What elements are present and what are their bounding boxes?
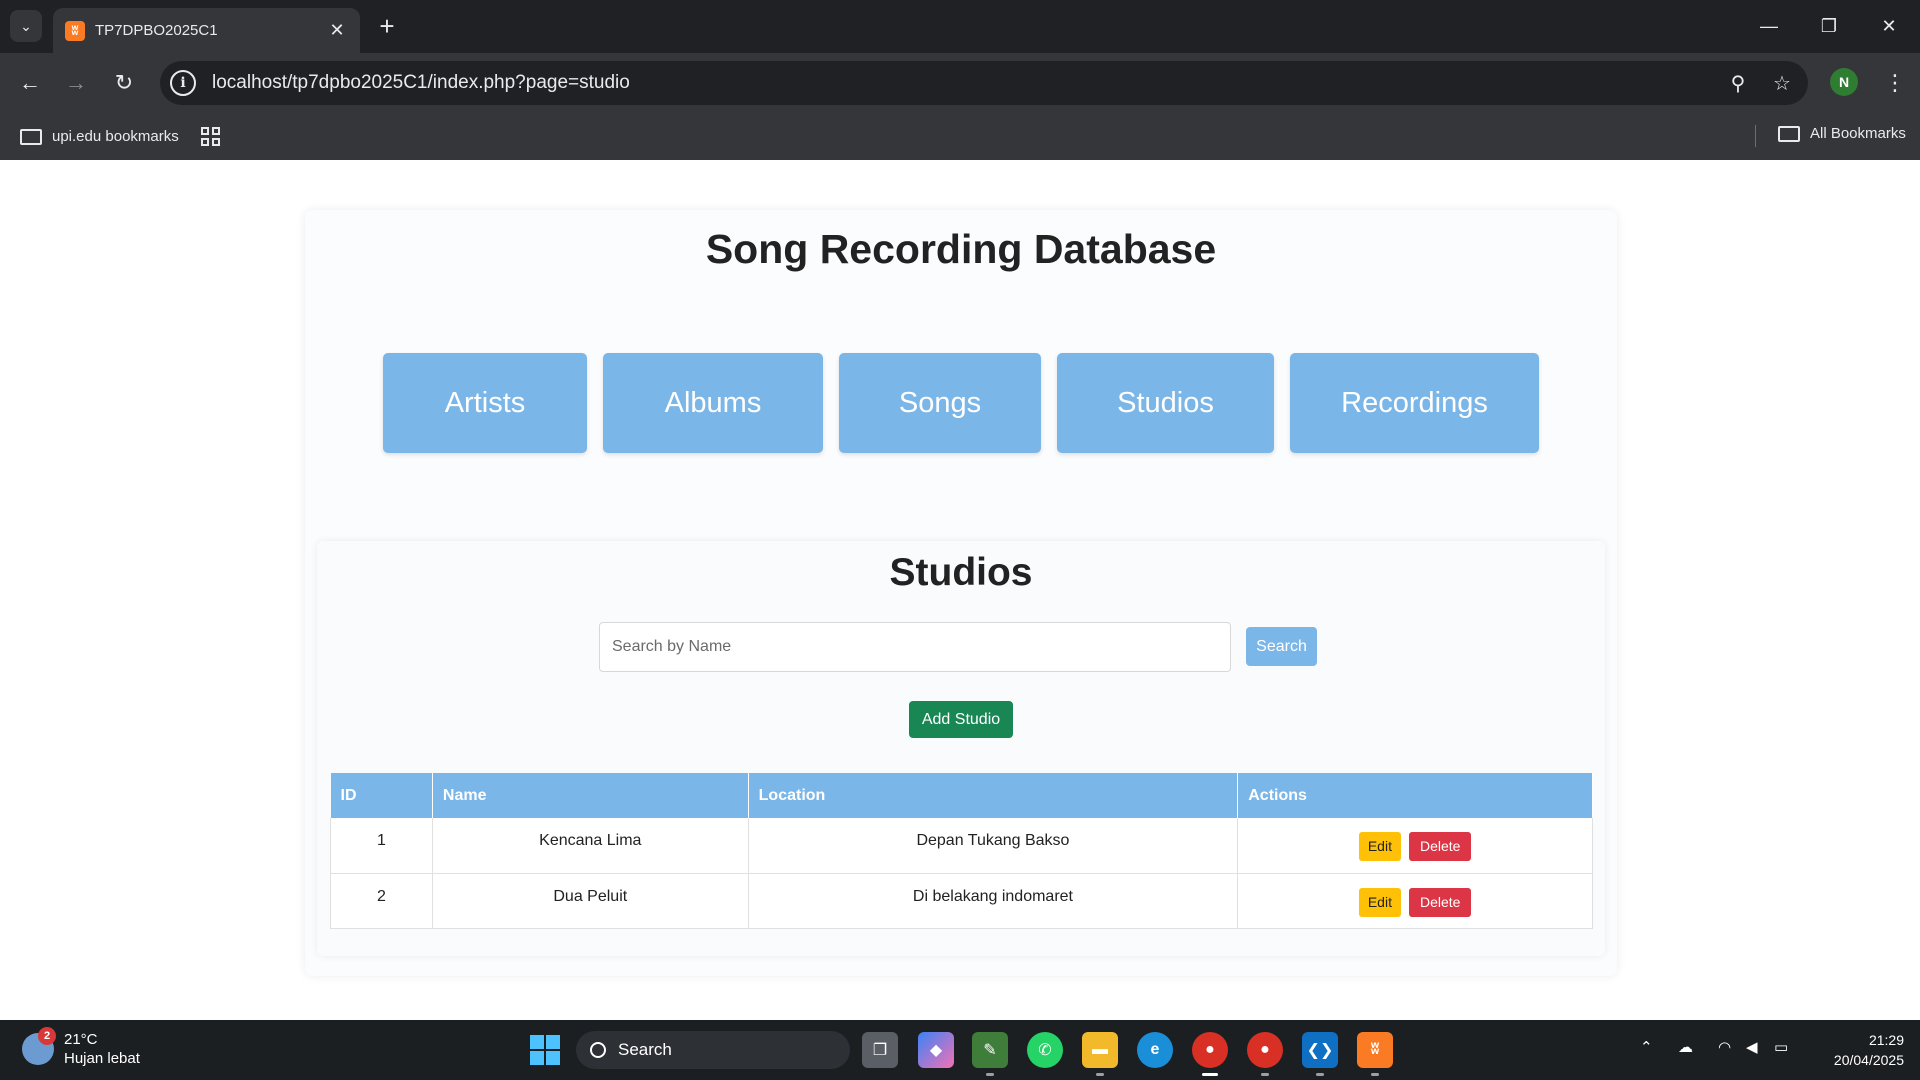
nav-studios-button[interactable]: Studios <box>1057 353 1274 453</box>
edge-browser-icon[interactable]: e <box>1137 1032 1173 1068</box>
cell-id: 1 <box>330 818 433 874</box>
chrome-active-icon[interactable]: ● <box>1192 1032 1228 1076</box>
clock-date: 20/04/2025 <box>1833 1052 1904 1068</box>
table-header-row: ID Name Location Actions <box>330 773 1593 818</box>
browser-toolbar: ← → ↻ i localhost/tp7dpbo2025C1/index.ph… <box>0 53 1920 113</box>
tray-overflow-icon[interactable]: ⌃ <box>1640 1038 1653 1056</box>
delete-button[interactable]: Delete <box>1408 887 1472 917</box>
main-nav: Artists Albums Songs Studios Recordings <box>305 353 1617 453</box>
taskbar-clock[interactable]: 21:29 20/04/2025 <box>1808 1030 1904 1070</box>
url-text[interactable]: localhost/tp7dpbo2025C1/index.php?page=s… <box>212 72 1720 94</box>
xampp-favicon-icon: ʬ <box>65 20 85 41</box>
zoom-icon[interactable]: ⚲ <box>1720 71 1756 96</box>
weather-temp: 21°C <box>64 1031 98 1048</box>
taskbar-search-label: Search <box>618 1040 672 1059</box>
table-row: 2 Dua Peluit Di belakang indomaret Edit D… <box>330 873 1593 929</box>
clock-time: 21:29 <box>1868 1032 1904 1048</box>
bookmark-star-icon[interactable]: ☆ <box>1764 71 1800 96</box>
all-bookmarks-label: All Bookmarks <box>1810 125 1906 142</box>
nav-recordings-button[interactable]: Recordings <box>1290 353 1539 453</box>
new-tab-button[interactable]: + <box>372 12 402 42</box>
search-icon <box>590 1042 606 1058</box>
weather-rain-icon: 2 <box>22 1027 56 1065</box>
volume-icon[interactable]: ◀ <box>1746 1038 1758 1056</box>
site-info-icon[interactable]: i <box>170 70 196 96</box>
search-input[interactable] <box>599 622 1231 672</box>
onedrive-icon[interactable]: ☁ <box>1678 1038 1693 1056</box>
battery-icon[interactable]: ▭ <box>1774 1038 1788 1056</box>
bookmark-folder-label: upi.edu bookmarks <box>52 128 179 145</box>
weather-text: 21°C Hujan lebat <box>64 1030 140 1068</box>
main-container: Song Recording Database Artists Albums S… <box>305 210 1617 976</box>
address-bar[interactable]: i localhost/tp7dpbo2025C1/index.php?page… <box>160 61 1808 105</box>
vscode-icon[interactable]: ❮❯ <box>1302 1032 1338 1076</box>
cell-id: 2 <box>330 873 433 929</box>
close-window-button[interactable]: ✕ <box>1866 10 1912 42</box>
windows-taskbar: 2 21°C Hujan lebat Search ❐ ◆ ✎ ✆ ▬ e ● … <box>0 1020 1920 1080</box>
nav-songs-button[interactable]: Songs <box>839 353 1041 453</box>
studios-table: ID Name Location Actions 1 Kencana Lima … <box>330 773 1593 929</box>
table-row: 1 Kencana Lima Depan Tukang Bakso Edit De… <box>330 818 1593 874</box>
whatsapp-icon[interactable]: ✆ <box>1027 1032 1063 1068</box>
bookmarks-bar: upi.edu bookmarks All Bookmarks <box>0 113 1920 160</box>
folder-icon <box>1778 125 1800 142</box>
nav-artists-button[interactable]: Artists <box>383 353 587 453</box>
column-header-actions: Actions <box>1237 773 1593 818</box>
weather-badge: 2 <box>38 1027 56 1045</box>
reload-button[interactable]: ↻ <box>106 65 142 101</box>
column-header-location: Location <box>748 773 1239 818</box>
tab-search-button[interactable]: ⌄ <box>10 10 42 42</box>
studios-section: Studios Search Add Studio ID Name Locati… <box>317 541 1605 956</box>
wifi-icon[interactable]: ◠ <box>1718 1038 1731 1056</box>
back-button[interactable]: ← <box>12 65 48 101</box>
cell-name: Kencana Lima <box>432 818 749 874</box>
search-button[interactable]: Search <box>1246 627 1317 666</box>
delete-button[interactable]: Delete <box>1408 832 1472 861</box>
profile-avatar[interactable]: N <box>1830 68 1858 96</box>
section-heading: Studios <box>889 551 1033 594</box>
cell-actions: Edit Delete <box>1237 818 1593 874</box>
minimize-button[interactable]: — <box>1746 10 1792 42</box>
page-title: Song Recording Database <box>705 226 1217 272</box>
copilot-icon[interactable]: ◆ <box>918 1032 954 1068</box>
cell-location: Di belakang indomaret <box>748 873 1239 929</box>
tab-title: TP7DPBO2025C1 <box>95 22 218 39</box>
browser-tab[interactable]: ʬ TP7DPBO2025C1 ✕ <box>53 8 360 53</box>
tab-strip: ⌄ ʬ TP7DPBO2025C1 ✕ + — ❐ ✕ <box>0 0 1920 53</box>
apps-grid-icon[interactable] <box>200 127 220 146</box>
edit-button[interactable]: Edit <box>1358 832 1401 861</box>
task-view-icon[interactable]: ❐ <box>862 1032 898 1068</box>
close-tab-icon[interactable]: ✕ <box>326 20 348 41</box>
forward-button[interactable]: → <box>58 65 94 101</box>
chrome-profile-icon[interactable]: ● <box>1247 1032 1283 1076</box>
bookmark-folder-upi[interactable]: upi.edu bookmarks <box>20 128 179 145</box>
notepad-app-icon[interactable]: ✎ <box>972 1032 1008 1076</box>
browser-chrome: ⌄ ʬ TP7DPBO2025C1 ✕ + — ❐ ✕ ← → ↻ i loca… <box>0 0 1920 160</box>
cell-name: Dua Peluit <box>432 873 749 929</box>
nav-albums-button[interactable]: Albums <box>603 353 823 453</box>
edit-button[interactable]: Edit <box>1358 887 1401 917</box>
cell-actions: Edit Delete <box>1237 873 1593 929</box>
browser-menu-icon[interactable]: ⋮ <box>1880 65 1910 101</box>
add-studio-button[interactable]: Add Studio <box>909 701 1013 738</box>
page-viewport: Song Recording Database Artists Albums S… <box>0 160 1920 1020</box>
folder-icon <box>20 128 42 145</box>
column-header-id: ID <box>330 773 433 818</box>
restore-button[interactable]: ❐ <box>1806 10 1852 42</box>
cell-location: Depan Tukang Bakso <box>748 818 1239 874</box>
weather-widget[interactable]: 2 21°C Hujan lebat <box>22 1027 140 1068</box>
xampp-icon[interactable]: ʬ <box>1357 1032 1393 1076</box>
taskbar-search[interactable]: Search <box>576 1031 850 1069</box>
weather-desc: Hujan lebat <box>64 1050 140 1067</box>
windows-start-icon[interactable] <box>530 1035 560 1065</box>
column-header-name: Name <box>432 773 749 818</box>
all-bookmarks-button[interactable]: All Bookmarks <box>1778 125 1906 142</box>
file-explorer-icon[interactable]: ▬ <box>1082 1032 1118 1076</box>
bookmarks-divider <box>1755 125 1756 147</box>
